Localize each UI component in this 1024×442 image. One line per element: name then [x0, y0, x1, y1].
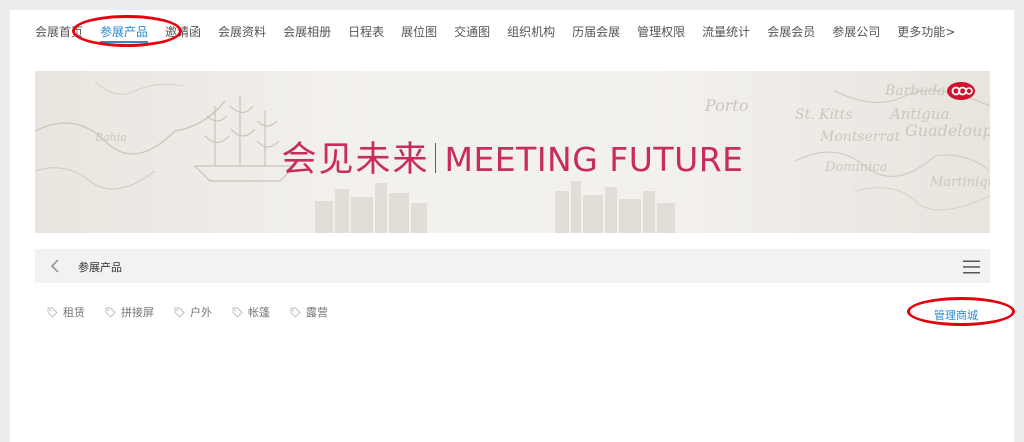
tag-label: 拼接屏 — [121, 306, 154, 319]
nav-item-members[interactable]: 会展会员 — [767, 24, 815, 40]
nav-item-past-exhibitions[interactable]: 历届会展 — [572, 24, 620, 40]
nav-item-exhibitors[interactable]: 参展公司 — [832, 24, 880, 40]
nav-item-traffic-map[interactable]: 交通图 — [454, 24, 490, 40]
hamburger-menu-icon[interactable] — [963, 259, 980, 274]
nav-item-home[interactable]: 会展首页 — [35, 24, 83, 40]
tag-icon — [290, 307, 301, 318]
tag-rental[interactable]: 租赁 — [47, 304, 85, 320]
banner-title-cn: 会见未来 — [281, 140, 430, 180]
nav-item-album[interactable]: 会展相册 — [283, 24, 331, 40]
nav-item-organization[interactable]: 组织机构 — [507, 24, 555, 40]
nav-item-traffic-stats[interactable]: 流量统计 — [702, 24, 750, 40]
nav-item-invitation[interactable]: 邀请函 — [165, 24, 201, 40]
subheader-bar: 参展产品 — [35, 249, 990, 283]
chevron-left-icon[interactable] — [49, 258, 61, 274]
tag-icon — [174, 307, 185, 318]
tag-label: 户外 — [190, 306, 212, 319]
manage-store-link[interactable]: 管理商城 — [934, 307, 978, 323]
tag-splicing-screen[interactable]: 拼接屏 — [105, 304, 154, 320]
tag-camping[interactable]: 露营 — [290, 304, 328, 320]
svg-text:St. Kitts: St. Kitts — [795, 107, 853, 123]
page-container: 会展首页 参展产品 邀请函 会展资料 会展相册 日程表 展位图 交通图 组织机构… — [10, 10, 1015, 442]
banner-title: 会见未来 MEETING FUTURE — [35, 131, 990, 182]
tag-label: 帐篷 — [248, 306, 270, 319]
tag-label: 露营 — [306, 306, 328, 319]
subheader-title: 参展产品 — [78, 261, 122, 274]
nav-item-permissions[interactable]: 管理权限 — [637, 24, 685, 40]
tag-tent[interactable]: 帐篷 — [232, 304, 270, 320]
nav-item-schedule[interactable]: 日程表 — [348, 24, 384, 40]
svg-text:Porto: Porto — [704, 96, 748, 115]
tag-outdoor[interactable]: 户外 — [174, 304, 212, 320]
svg-text:Barbuda: Barbuda — [884, 83, 946, 99]
tag-icon — [47, 307, 58, 318]
nav-item-more[interactable]: 更多功能> — [897, 24, 955, 40]
category-tags: 租赁 拼接屏 户外 帐篷 露营 — [47, 304, 348, 320]
nav-item-materials[interactable]: 会展资料 — [218, 24, 266, 40]
top-nav: 会展首页 参展产品 邀请函 会展资料 会展相册 日程表 展位图 交通图 组织机构… — [35, 22, 972, 43]
tag-label: 租赁 — [63, 306, 85, 319]
banner-title-en: MEETING FUTURE — [444, 140, 744, 179]
tag-icon — [232, 307, 243, 318]
nav-item-booth-map[interactable]: 展位图 — [401, 24, 437, 40]
banner-title-separator — [435, 143, 437, 173]
tag-icon — [105, 307, 116, 318]
brand-logo-icon — [946, 81, 976, 101]
banner: Porto St. Kitts Barbuda Antigua Montserr… — [35, 71, 990, 233]
nav-item-products[interactable]: 参展产品 — [100, 24, 149, 43]
